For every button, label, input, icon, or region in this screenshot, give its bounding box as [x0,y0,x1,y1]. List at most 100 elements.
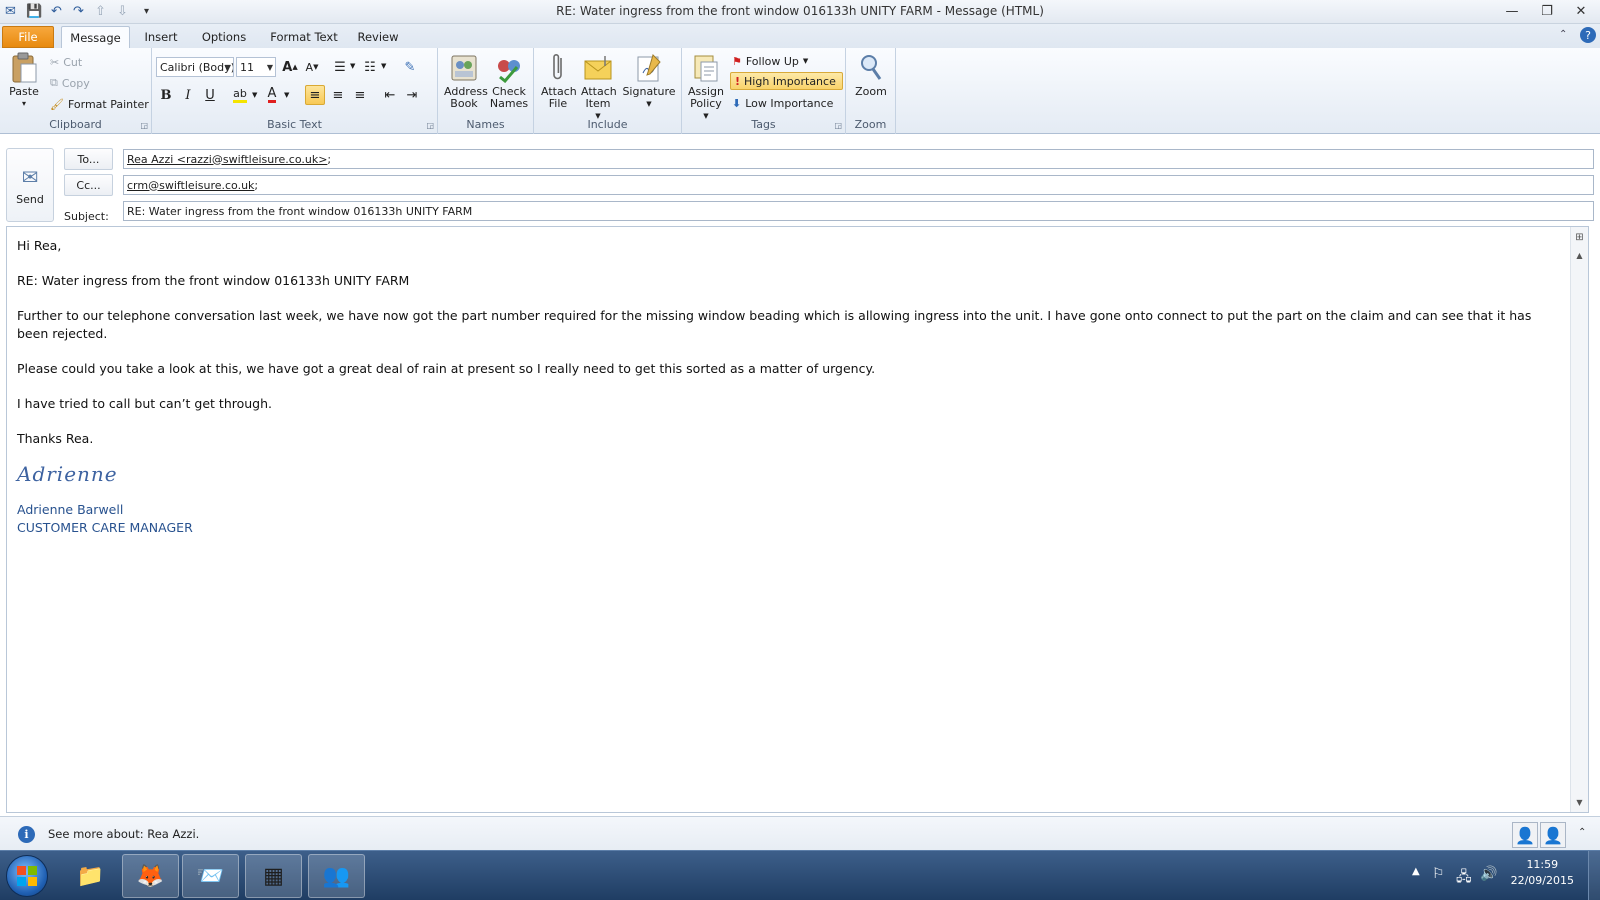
action-center-flag-icon[interactable]: ⚐ [1432,866,1445,882]
chevron-down-icon[interactable]: ▼ [350,62,355,70]
tab-review[interactable]: Review [352,26,404,48]
signature-button[interactable]: Signature ▼ [622,52,676,110]
taskbar-contacts[interactable]: 👥 [308,854,365,898]
thanks-line: Thanks Rea. [17,431,94,446]
to-button[interactable]: To... [64,148,113,170]
low-importance-button[interactable]: ⬇ Low Importance [732,94,833,112]
basic-text-group: Calibri (Body) ▼ 11 ▼ A ▲ A ▼ ☰ ▼ ☷ ▼ ✎ B I … [152,48,438,134]
clipboard-group-label: Clipboard [49,118,102,131]
chevron-down-icon[interactable]: ▼ [381,62,386,70]
italic-button[interactable]: I [178,85,198,105]
assign-policy-button[interactable]: Assign Policy ▼ [684,52,728,122]
chevron-down-icon[interactable]: ▼ [252,91,257,99]
bullets-button[interactable]: ☰ [330,57,350,77]
taskbar-explorer[interactable]: 📁 [62,854,119,898]
font-color-button[interactable]: A [262,85,282,105]
restore-button[interactable]: ❐ [1532,0,1562,22]
envelope-icon [582,52,614,84]
decrease-indent-button[interactable]: ⇤ [380,85,400,105]
tab-message[interactable]: Message [61,26,130,48]
scroll-up-icon[interactable]: ▲ [1571,247,1588,263]
format-painter-button[interactable]: 🖌 Format Painter [50,95,149,113]
firefox-icon: 🦊 [136,863,165,889]
minimize-button[interactable]: — [1497,0,1527,22]
paintbrush-icon: 🖌 [50,97,64,111]
show-desktop-button[interactable] [1588,851,1600,900]
tab-file[interactable]: File [2,26,54,48]
volume-icon[interactable]: 🔊 [1480,866,1497,882]
chevron-down-icon[interactable]: ▼ [284,91,289,99]
zoom-button[interactable]: Zoom [851,52,891,98]
increase-indent-button[interactable]: ⇥ [402,85,422,105]
follow-up-button[interactable]: ⚑ Follow Up ▼ [732,52,808,70]
to-recipient[interactable]: Rea Azzi <razzi@swiftleisure.co.uk> [127,153,327,166]
tab-insert[interactable]: Insert [136,26,186,48]
taskbar-outlook[interactable]: 📨 [182,854,239,898]
network-icon[interactable]: 🖧 [1456,866,1472,890]
message-body[interactable]: Hi Rea, RE: Water ingress from the front… [6,226,1589,813]
taskbar-firefox[interactable]: 🦊 [122,854,179,898]
font-size-combo[interactable]: 11 ▼ [236,57,276,77]
minimize-ribbon-icon[interactable]: ⌃ [1559,29,1567,40]
numbering-button[interactable]: ☷ [360,57,380,77]
ribbon-tabs: File Message Insert Options Format Text … [0,24,1600,48]
tags-dialog-launcher-icon[interactable]: ◲ [834,121,842,130]
align-left-button[interactable]: ≡ [305,85,325,105]
start-button[interactable] [6,855,48,897]
help-icon[interactable]: ? [1580,27,1596,43]
scissors-icon: ✂ [50,55,60,69]
bold-button[interactable]: B [156,85,176,105]
windows-logo-icon [17,866,37,886]
paste-button[interactable]: Paste ▾ [6,52,42,110]
flag-icon: ⚑ [732,54,742,68]
copy-button[interactable]: ⧉ Copy [50,74,90,92]
send-button[interactable]: ✉ Send [6,148,54,222]
clipboard-group: Paste ▾ ✂ Cut ⧉ Copy 🖌 Format Painter Clipb… [0,48,152,134]
ruler-toggle-icon[interactable]: ⊞ [1571,229,1588,245]
person-picture-icon[interactable]: 👤 [1512,822,1538,848]
tab-format-text[interactable]: Format Text [262,26,346,48]
scroll-down-icon[interactable]: ▼ [1571,794,1588,810]
cc-field[interactable]: crm@swiftleisure.co.uk; [123,175,1594,195]
cc-button[interactable]: Cc... [64,174,113,196]
subject-field[interactable]: RE: Water ingress from the front window … [123,201,1594,221]
copy-icon: ⧉ [50,76,58,89]
clock[interactable]: 11:59 22/09/2015 [1511,857,1574,889]
outlook-icon: 📨 [196,863,225,889]
person-picture-icon[interactable]: 👤 [1540,822,1566,848]
to-field[interactable]: Rea Azzi <razzi@swiftleisure.co.uk>; [123,149,1594,169]
highlighter-icon: ab [233,87,247,103]
show-hidden-icons[interactable]: ▲ [1412,866,1420,877]
grow-font-button[interactable]: A ▲ [280,57,300,77]
font-color-icon: A [267,86,277,103]
to-separator: ; [327,152,332,166]
check-names-button[interactable]: Check Names [488,52,530,110]
cc-recipient[interactable]: crm@swiftleisure.co.uk [127,179,254,192]
shrink-font-button[interactable]: A ▼ [302,57,322,77]
signature-icon [633,52,665,84]
highlight-button[interactable]: ab [230,85,250,105]
clipboard-dialog-launcher-icon[interactable]: ◲ [140,121,148,130]
attach-file-button[interactable]: Attach File [538,52,578,110]
taskbar-app[interactable]: ▦ [245,854,302,898]
paperclip-icon [542,52,574,84]
underline-button[interactable]: U [200,85,220,105]
align-right-button[interactable]: ≡ [350,85,370,105]
vertical-scrollbar[interactable]: ⊞ ▲ ▼ [1570,227,1588,812]
basic-text-dialog-launcher-icon[interactable]: ◲ [426,121,434,130]
clear-formatting-button[interactable]: ✎ [400,57,420,77]
cut-button[interactable]: ✂ Cut [50,53,82,71]
tab-options[interactable]: Options [192,26,256,48]
expand-people-pane-icon[interactable]: ⌃ [1578,827,1586,838]
align-center-button[interactable]: ≡ [328,85,348,105]
numbered-list-icon: ☷ [364,59,376,75]
high-importance-button[interactable]: ! High Importance [730,72,843,90]
font-name-combo[interactable]: Calibri (Body) ▼ [156,57,234,77]
see-more-about[interactable]: See more about: Rea Azzi. [48,827,199,841]
close-button[interactable]: ✕ [1566,0,1596,22]
address-book-button[interactable]: Address Book [442,52,488,110]
include-group-label: Include [587,118,628,131]
attach-item-button[interactable]: Attach Item ▼ [578,52,618,122]
message-body-text[interactable]: Hi Rea, RE: Water ingress from the front… [17,237,1548,537]
zoom-group-label: Zoom [854,118,887,131]
